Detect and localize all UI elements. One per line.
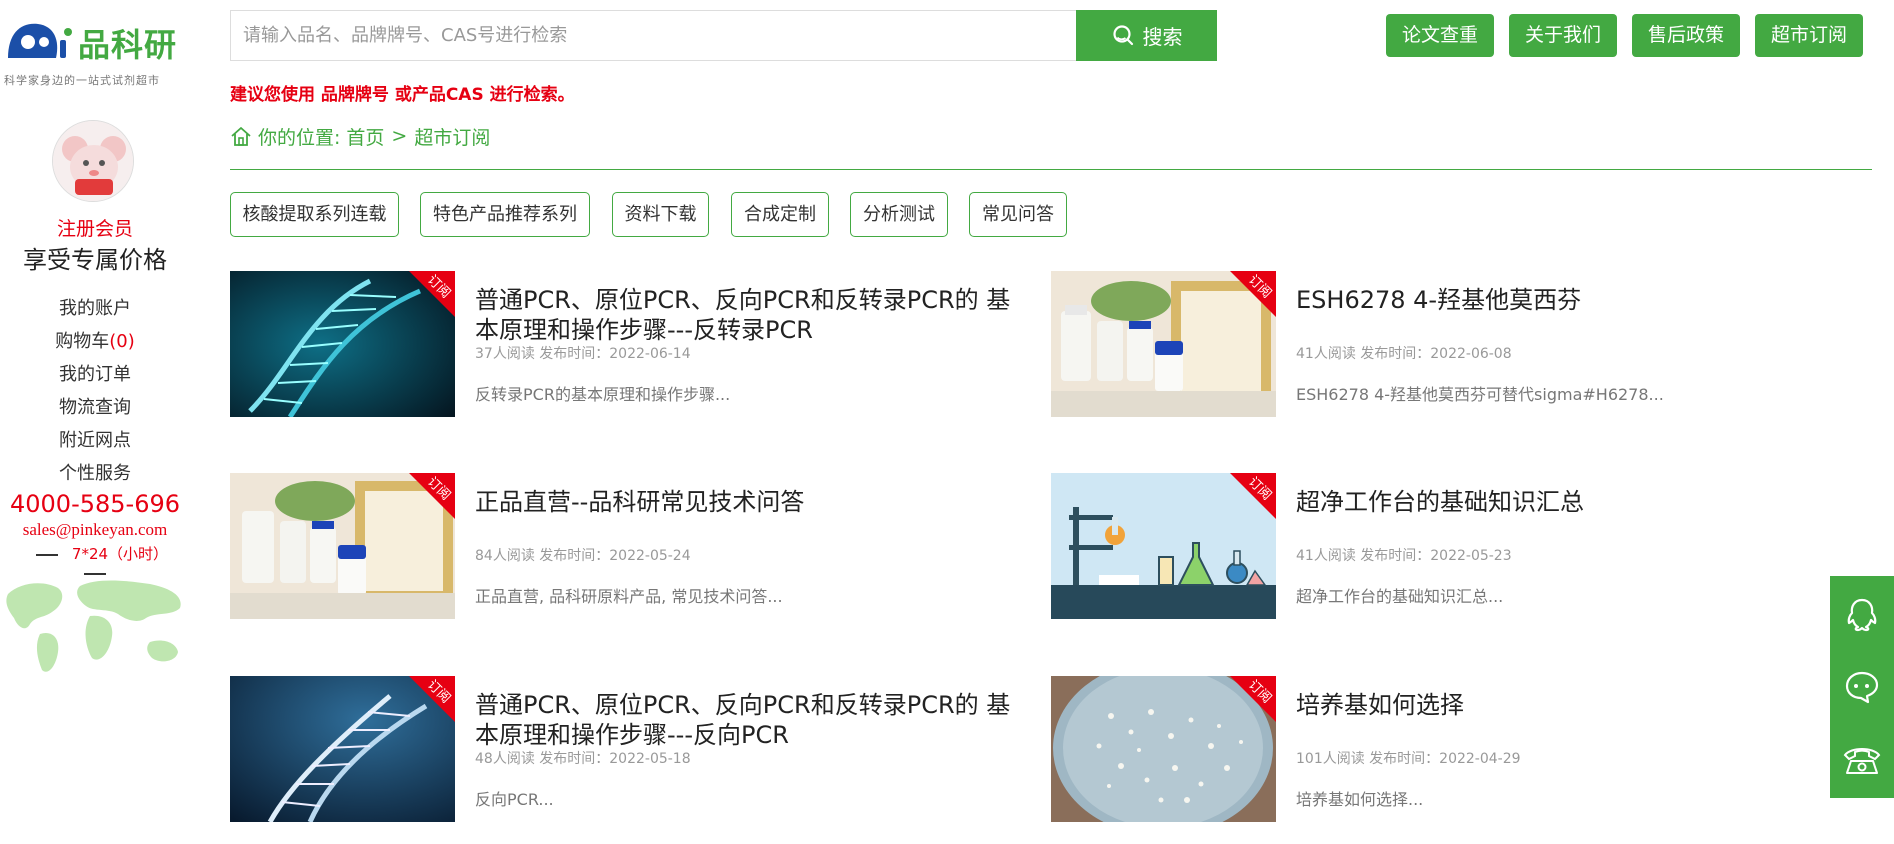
article-meta: 41人阅读 发布时间：2022-06-08 bbox=[1296, 346, 1512, 362]
search-tip: 建议您使用 品牌牌号 或产品CAS 进行检索。 bbox=[230, 85, 575, 105]
contact-email[interactable]: sales@pinkeyan.com bbox=[0, 520, 190, 540]
article-thumbnail[interactable]: 订阅 bbox=[230, 271, 455, 417]
article-thumbnail[interactable]: 订阅 bbox=[1051, 271, 1276, 417]
breadcrumb-separator: > bbox=[391, 125, 408, 147]
breadcrumb-label: 你的位置: bbox=[258, 126, 341, 149]
tag-custom-synthesis[interactable]: 合成定制 bbox=[731, 192, 829, 237]
article-desc: 反转录PCR的基本原理和操作步骤... bbox=[475, 385, 731, 404]
article-meta: 101人阅读 发布时间：2022-04-29 bbox=[1296, 751, 1521, 767]
tag-nucleic-acid-series[interactable]: 核酸提取系列连载 bbox=[230, 192, 399, 237]
article-thumbnail[interactable]: 订阅 bbox=[230, 473, 455, 619]
menu-custom-service[interactable]: 个性服务 bbox=[0, 457, 190, 490]
cart-count-badge: (0) bbox=[109, 331, 135, 352]
article-card: 订阅 正品直营--品科研常见技术问答 84人阅读 发布时间：2022-05-24… bbox=[230, 473, 1030, 619]
search-bar: 搜索 bbox=[230, 10, 1217, 61]
home-icon bbox=[231, 127, 251, 146]
menu-logistics[interactable]: 物流查询 bbox=[0, 391, 190, 424]
breadcrumb-current[interactable]: 超市订阅 bbox=[414, 123, 490, 150]
article-desc: 超净工作台的基础知识汇总... bbox=[1296, 587, 1504, 606]
article-meta: 48人阅读 发布时间：2022-05-18 bbox=[475, 751, 691, 767]
search-button-label: 搜索 bbox=[1142, 27, 1183, 49]
breadcrumb: 你的位置: 首页 > 超市订阅 bbox=[230, 122, 490, 150]
wechat-icon bbox=[1845, 671, 1879, 704]
article-desc: 正品直营, 品科研原料产品, 常见技术问答... bbox=[475, 587, 783, 606]
article-meta: 37人阅读 发布时间：2022-06-14 bbox=[475, 346, 691, 362]
article-title[interactable]: ESH6278 4-羟基他莫西芬 bbox=[1296, 285, 1846, 315]
breadcrumb-home-link[interactable]: 首页 bbox=[346, 123, 384, 150]
article-card: 订阅 培养基如何选择 101人阅读 发布时间：2022-04-29 培养基如何选… bbox=[1051, 676, 1851, 822]
article-thumbnail[interactable]: 订阅 bbox=[1051, 473, 1276, 619]
service-hours-text: 7*24（小时） bbox=[71, 545, 169, 563]
hotline-phone: 4000-585-696 bbox=[9, 490, 180, 518]
article-desc: ESH6278 4-羟基他莫西芬可替代sigma#H6278... bbox=[1296, 385, 1664, 404]
sidebar: 品科研 科学家身边的一站式试剂超市 注册会员 享受专属价格 我的账户 购物车(0… bbox=[0, 0, 190, 844]
after-sales-policy-button[interactable]: 售后政策 bbox=[1632, 14, 1740, 57]
article-title[interactable]: 普通PCR、原位PCR、反向PCR和反转录PCR的 基本原理和操作步骤---反向… bbox=[475, 690, 1025, 750]
menu-nearby[interactable]: 附近网点 bbox=[0, 424, 190, 457]
avatar-mouse-icon bbox=[53, 121, 133, 201]
about-us-button[interactable]: 关于我们 bbox=[1509, 14, 1617, 57]
menu-cart-label: 购物车 bbox=[55, 331, 110, 352]
search-button[interactable]: 搜索 bbox=[1076, 10, 1217, 61]
header-divider bbox=[230, 169, 1872, 170]
article-card: 订阅 超净工作台的基础知识汇总 41人阅读 发布时间：2022-05-23 超净… bbox=[1051, 473, 1851, 619]
menu-cart[interactable]: 购物车(0) bbox=[0, 325, 190, 358]
article-card: 订阅 普通PCR、原位PCR、反向PCR和反转录PCR的 基本原理和操作步骤--… bbox=[230, 676, 1030, 822]
logo-slogan: 科学家身边的一站式试剂超市 bbox=[4, 74, 160, 87]
register-link[interactable]: 注册会员 bbox=[0, 214, 190, 241]
article-thumbnail[interactable]: 订阅 bbox=[1051, 676, 1276, 822]
article-desc: 培养基如何选择... bbox=[1296, 790, 1424, 809]
tag-downloads[interactable]: 资料下载 bbox=[612, 192, 709, 237]
qq-icon bbox=[1847, 598, 1877, 632]
phone-icon bbox=[1843, 748, 1881, 774]
logo-text: 品科研 bbox=[78, 26, 178, 64]
article-thumbnail[interactable]: 订阅 bbox=[230, 676, 455, 822]
article-meta: 84人阅读 发布时间：2022-05-24 bbox=[475, 548, 691, 564]
world-map-illustration bbox=[6, 580, 181, 672]
article-meta: 41人阅读 发布时间：2022-05-23 bbox=[1296, 548, 1512, 564]
article-title[interactable]: 超净工作台的基础知识汇总 bbox=[1296, 487, 1846, 517]
paper-check-button[interactable]: 论文查重 bbox=[1386, 14, 1494, 57]
article-card: 订阅 普通PCR、原位PCR、反向PCR和反转录PCR的 基本原理和操作步骤--… bbox=[230, 271, 1030, 417]
tag-featured-products[interactable]: 特色产品推荐系列 bbox=[420, 192, 590, 237]
market-subscribe-button[interactable]: 超市订阅 bbox=[1755, 14, 1863, 57]
article-title[interactable]: 培养基如何选择 bbox=[1296, 690, 1846, 720]
wechat-contact-button[interactable] bbox=[1830, 652, 1894, 722]
member-price-text: 享受专属价格 bbox=[23, 246, 167, 274]
menu-my-orders[interactable]: 我的订单 bbox=[0, 358, 190, 391]
phone-contact-button[interactable] bbox=[1830, 724, 1894, 794]
tag-faq[interactable]: 常见问答 bbox=[969, 192, 1067, 237]
article-card: 订阅 ESH6278 4-羟基他莫西芬 41人阅读 发布时间：2022-06-0… bbox=[1051, 271, 1851, 417]
article-title[interactable]: 普通PCR、原位PCR、反向PCR和反转录PCR的 基本原理和操作步骤---反转… bbox=[475, 285, 1025, 345]
tag-analysis-testing[interactable]: 分析测试 bbox=[850, 192, 948, 237]
site-logo[interactable]: 品科研 科学家身边的一站式试剂超市 bbox=[4, 18, 190, 90]
article-desc: 反向PCR... bbox=[475, 790, 554, 809]
menu-my-account[interactable]: 我的账户 bbox=[0, 292, 190, 325]
account-menu: 我的账户 购物车(0) 我的订单 物流查询 附近网点 个性服务 bbox=[0, 292, 190, 490]
search-input[interactable] bbox=[231, 11, 1076, 60]
search-icon bbox=[1112, 24, 1133, 45]
qq-contact-button[interactable] bbox=[1830, 580, 1894, 650]
contact-float-bar bbox=[1830, 576, 1894, 798]
avatar[interactable] bbox=[52, 120, 134, 202]
divider bbox=[35, 553, 58, 556]
logo-mark-icon bbox=[8, 23, 72, 58]
article-title[interactable]: 正品直营--品科研常见技术问答 bbox=[475, 487, 1025, 517]
